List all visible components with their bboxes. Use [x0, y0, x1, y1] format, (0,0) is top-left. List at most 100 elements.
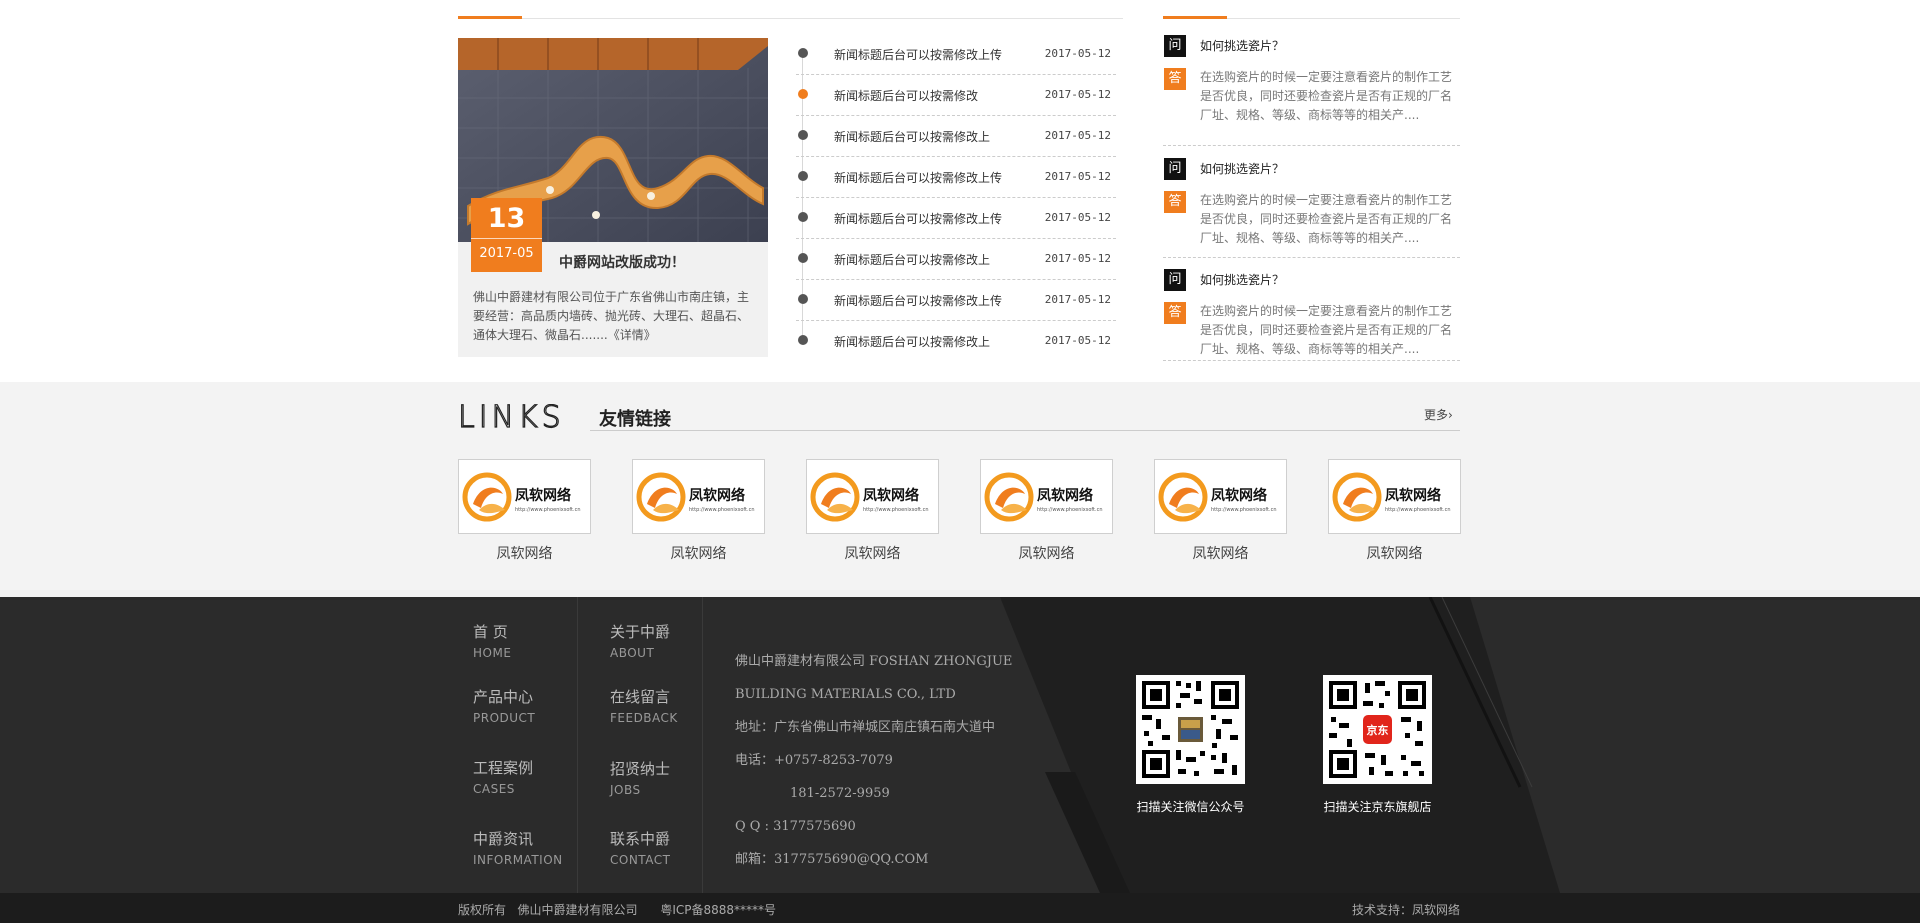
news-list-item[interactable]: 新闻标题后台可以按需修改上传 2017-05-12: [796, 280, 1116, 321]
news-item-title[interactable]: 新闻标题后台可以按需修改上: [834, 128, 990, 145]
link-name[interactable]: 凤软网络: [458, 543, 591, 563]
faq-item[interactable]: 问 如何挑选瓷片？ 答 在选购瓷片的时候一定要注意看瓷片的制作工艺是否优良，同时…: [1163, 258, 1460, 361]
news-list: 新闻标题后台可以按需修改上传 2017-05-12 新闻标题后台可以按需修改 201…: [796, 34, 1116, 362]
bullet-dot-icon: [798, 171, 808, 181]
phoenix-logo-icon[interactable]: 凤软网络 http://www.phoenixsoft.cn: [1328, 459, 1461, 534]
links-more-link[interactable]: 更多›: [1424, 406, 1453, 423]
company-qq: Q Q : 3177575690: [735, 819, 856, 834]
news-list-item[interactable]: 新闻标题后台可以按需修改上传 2017-05-12: [796, 34, 1116, 75]
date-day: 13: [471, 198, 542, 239]
question-icon: 问: [1164, 35, 1186, 57]
nav-label-cn: 工程案例: [473, 759, 534, 777]
faq-item[interactable]: 问 如何挑选瓷片？ 答 在选购瓷片的时候一定要注意看瓷片的制作工艺是否优良，同时…: [1163, 34, 1460, 146]
news-item-date: 2017-05-12: [1044, 211, 1111, 224]
news-list-item[interactable]: 新闻标题后台可以按需修改上传 2017-05-12: [796, 198, 1116, 239]
svg-text:http://www.phoenixsoft.cn: http://www.phoenixsoft.cn: [515, 507, 581, 513]
svg-text:凤软网络: 凤软网络: [1037, 487, 1093, 504]
news-featured-desc: 佛山中爵建材有限公司位于广东省佛山市南庄镇，主要经营：高品质内墙砖、抛光砖、大理…: [473, 290, 750, 342]
answer-icon: 答: [1164, 191, 1186, 213]
news-item-title[interactable]: 新闻标题后台可以按需修改上: [834, 251, 990, 268]
news-list-item[interactable]: 新闻标题后台可以按需修改上 2017-05-12: [796, 321, 1116, 362]
news-list-item[interactable]: 新闻标题后台可以按需修改 2017-05-12: [796, 75, 1116, 116]
phoenix-logo-icon[interactable]: 凤软网络 http://www.phoenixsoft.cn: [980, 459, 1113, 534]
news-header-accent: [458, 16, 522, 19]
page: 13 2017-05 中爵网站改版成功！ 佛山中爵建材有限公司位于广东省佛山市南…: [0, 0, 1920, 923]
footer-nav-about[interactable]: 关于中爵 ABOUT: [610, 621, 670, 660]
link-card[interactable]: 凤软网络 http://www.phoenixsoft.cn 凤软网络: [1328, 459, 1461, 563]
nav-label-en: PRODUCT: [473, 711, 536, 725]
news-list-item[interactable]: 新闻标题后台可以按需修改上 2017-05-12: [796, 239, 1116, 280]
news-list-item[interactable]: 新闻标题后台可以按需修改上 2017-05-12: [796, 116, 1116, 157]
nav-label-cn: 联系中爵: [610, 830, 671, 848]
links-header-line: [590, 430, 1460, 431]
faq-answer: 在选购瓷片的时候一定要注意看瓷片的制作工艺是否优良，同时还要检查瓷片是否有正规的…: [1200, 304, 1453, 356]
phoenix-logo-icon[interactable]: 凤软网络 http://www.phoenixsoft.cn: [632, 459, 765, 534]
footer-nav-product[interactable]: 产品中心 PRODUCT: [473, 686, 535, 725]
nav-label-cn: 首 页: [473, 623, 508, 641]
link-card[interactable]: 凤软网络 http://www.phoenixsoft.cn 凤软网络: [632, 459, 765, 563]
faq-answer: 在选购瓷片的时候一定要注意看瓷片的制作工艺是否优良，同时还要检查瓷片是否有正规的…: [1200, 70, 1453, 122]
phoenix-logo-icon[interactable]: 凤软网络 http://www.phoenixsoft.cn: [1154, 459, 1287, 534]
svg-text:凤软网络: 凤软网络: [689, 487, 745, 504]
link-name[interactable]: 凤软网络: [632, 543, 765, 563]
bullet-dot-icon: [798, 48, 808, 58]
link-name[interactable]: 凤软网络: [980, 543, 1113, 563]
svg-text:LINKS: LINKS: [458, 404, 565, 430]
svg-text:http://www.phoenixsoft.cn: http://www.phoenixsoft.cn: [1385, 507, 1451, 513]
footer-nav-contact[interactable]: 联系中爵 CONTACT: [610, 828, 670, 867]
footer-nav-feedback[interactable]: 在线留言 FEEDBACK: [610, 686, 678, 725]
faq-list: 问 如何挑选瓷片？ 答 在选购瓷片的时候一定要注意看瓷片的制作工艺是否优良，同时…: [1163, 34, 1460, 361]
link-name[interactable]: 凤软网络: [1328, 543, 1461, 563]
bullet-dot-icon: [798, 130, 808, 140]
news-item-date: 2017-05-12: [1044, 129, 1111, 142]
faq-item[interactable]: 问 如何挑选瓷片？ 答 在选购瓷片的时候一定要注意看瓷片的制作工艺是否优良，同时…: [1163, 145, 1460, 258]
news-item-date: 2017-05-12: [1044, 293, 1111, 306]
news-section: 13 2017-05 中爵网站改版成功！ 佛山中爵建材有限公司位于广东省佛山市南…: [0, 0, 1920, 382]
company-name-en: BUILDING MATERIALS CO., LTD: [735, 687, 956, 702]
faq-question[interactable]: 如何挑选瓷片？: [1200, 160, 1284, 177]
news-item-title[interactable]: 新闻标题后台可以按需修改上传: [834, 169, 1002, 186]
footer-nav-home[interactable]: 首 页 HOME: [473, 621, 511, 660]
news-item-title[interactable]: 新闻标题后台可以按需修改上传: [834, 210, 1002, 227]
nav-label-en: INFORMATION: [473, 853, 563, 867]
tech-support-link[interactable]: 技术支持：凤软网络: [1352, 901, 1460, 918]
qr-wechat: 扫描关注微信公众号: [1136, 675, 1245, 815]
news-item-title[interactable]: 新闻标题后台可以按需修改上传: [834, 46, 1002, 63]
company-address: 地址：广东省佛山市禅城区南庄镇石南大道中: [735, 720, 996, 735]
news-featured-title[interactable]: 中爵网站改版成功！: [559, 252, 685, 272]
faq-question[interactable]: 如何挑选瓷片？: [1200, 271, 1284, 288]
copyright-bar: 版权所有 佛山中爵建材有限公司 粤ICP备8888*****号 技术支持：凤软网…: [0, 893, 1920, 923]
question-icon: 问: [1164, 269, 1186, 291]
link-card[interactable]: 凤软网络 http://www.phoenixsoft.cn 凤软网络: [980, 459, 1113, 563]
answer-icon: 答: [1164, 68, 1186, 90]
company-info: 佛山中爵建材有限公司 FOSHAN ZHONGJUE BUILDING MATE…: [735, 645, 1035, 876]
nav-label-en: HOME: [473, 646, 512, 660]
nav-label-cn: 关于中爵: [610, 623, 671, 641]
link-name[interactable]: 凤软网络: [806, 543, 939, 563]
company-name: 佛山中爵建材有限公司 FOSHAN ZHONGJUE: [735, 654, 1013, 669]
faq-question[interactable]: 如何挑选瓷片？: [1200, 37, 1284, 54]
phoenix-logo-icon[interactable]: 凤软网络 http://www.phoenixsoft.cn: [458, 459, 591, 534]
date-badge: 13 2017-05: [471, 198, 542, 272]
link-card[interactable]: 凤软网络 http://www.phoenixsoft.cn 凤软网络: [458, 459, 591, 563]
footer-nav-cases[interactable]: 工程案例 CASES: [473, 757, 533, 796]
footer-nav-information[interactable]: 中爵资讯 INFORMATION: [473, 828, 563, 867]
phoenix-logo-icon[interactable]: 凤软网络 http://www.phoenixsoft.cn: [806, 459, 939, 534]
news-item-title[interactable]: 新闻标题后台可以按需修改上传: [834, 292, 1002, 309]
company-email: 邮箱：3177575690@QQ.COM: [735, 852, 929, 867]
nav-label-cn: 产品中心: [473, 688, 534, 706]
link-card[interactable]: 凤软网络 http://www.phoenixsoft.cn 凤软网络: [806, 459, 939, 563]
footer-nav-jobs[interactable]: 招贤纳士 JOBS: [610, 758, 670, 797]
news-item-title[interactable]: 新闻标题后台可以按需修改上: [834, 333, 990, 350]
nav-label-en: ABOUT: [610, 646, 655, 660]
qr-jd-caption: 扫描关注京东旗舰店: [1323, 800, 1432, 814]
link-card[interactable]: 凤软网络 http://www.phoenixsoft.cn 凤软网络: [1154, 459, 1287, 563]
copyright-text: 版权所有 佛山中爵建材有限公司 粤ICP备8888*****号: [458, 903, 777, 917]
link-name[interactable]: 凤软网络: [1154, 543, 1287, 563]
svg-text:凤软网络: 凤软网络: [1211, 487, 1267, 504]
svg-text:http://www.phoenixsoft.cn: http://www.phoenixsoft.cn: [863, 507, 929, 513]
qr-wechat-caption: 扫描关注微信公众号: [1136, 800, 1245, 814]
news-item-date: 2017-05-12: [1044, 334, 1111, 347]
news-item-title[interactable]: 新闻标题后台可以按需修改: [834, 87, 978, 104]
news-list-item[interactable]: 新闻标题后台可以按需修改上传 2017-05-12: [796, 157, 1116, 198]
